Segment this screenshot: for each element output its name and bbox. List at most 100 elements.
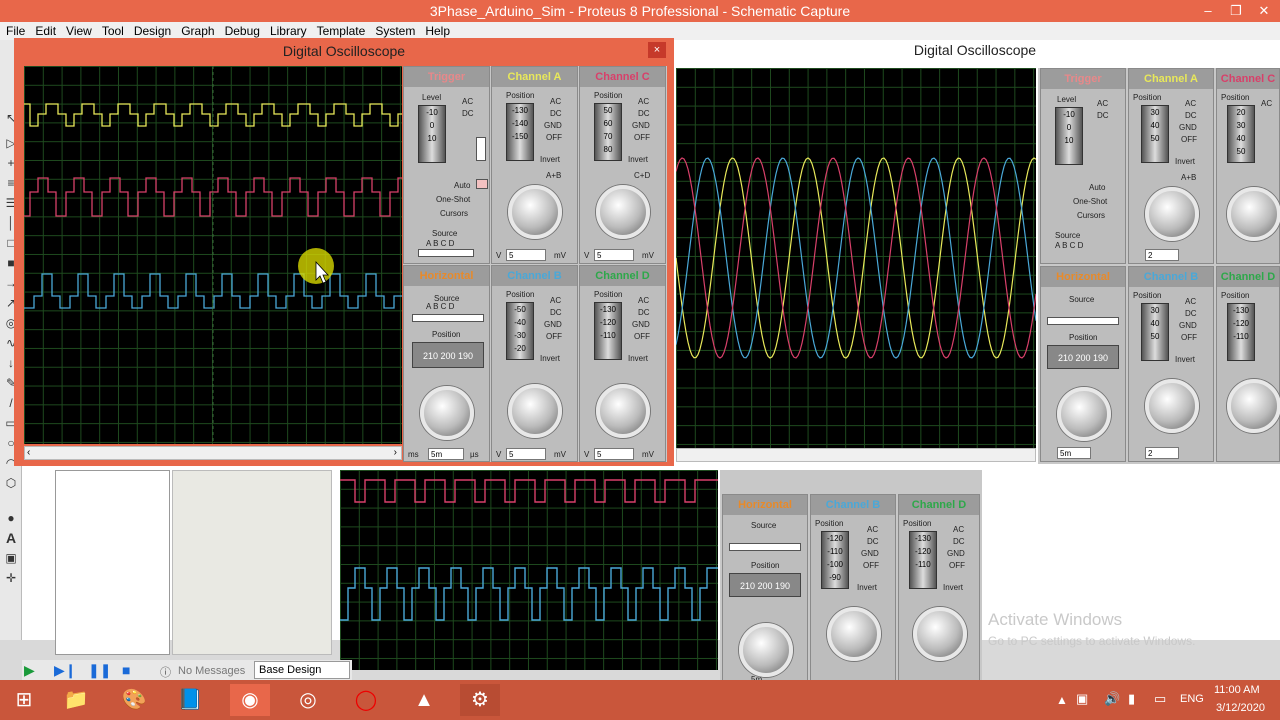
pause-icon[interactable]: ❚❚: [88, 662, 111, 679]
chc-position-dial[interactable]: 50 60 70 80: [594, 103, 622, 161]
cha-position-dial[interactable]: -130 -140 -150: [506, 103, 534, 161]
bg-h-source-slider[interactable]: [1047, 317, 1119, 325]
chc-invert-button[interactable]: Invert: [628, 155, 648, 164]
menu-view[interactable]: View: [60, 22, 96, 38]
bg-cha-off[interactable]: OFF: [1181, 135, 1197, 144]
trig-source-selector[interactable]: A B C D: [426, 239, 454, 248]
front-scope-close-button[interactable]: ×: [648, 42, 666, 58]
trigger-level-dial[interactable]: -10 0 10: [418, 105, 446, 163]
bg-chb-off[interactable]: OFF: [1181, 333, 1197, 342]
trig-cursors-button[interactable]: Cursors: [440, 209, 468, 218]
bg-scope-scrollbar[interactable]: [676, 448, 1036, 462]
language-indicator[interactable]: ENG: [1180, 693, 1204, 705]
chd-gnd-option[interactable]: GND: [632, 320, 650, 329]
bg-chc-position-dial[interactable]: 20 30 40 50: [1227, 105, 1255, 163]
battery-icon[interactable]: ▭: [1154, 691, 1166, 707]
play-icon[interactable]: ▶: [24, 662, 35, 679]
bg-chb-gnd[interactable]: GND: [1179, 321, 1197, 330]
proteus-icon[interactable]: ⚙: [460, 684, 500, 716]
vlc-icon[interactable]: ▲: [404, 684, 444, 716]
minimize-button[interactable]: –: [1194, 0, 1222, 22]
circle-fill-icon[interactable]: ●: [3, 510, 19, 526]
bg-cha-dc[interactable]: DC: [1185, 111, 1197, 120]
h-source-selector[interactable]: A B C D: [426, 302, 454, 311]
lower-chd-knob[interactable]: [913, 607, 967, 661]
bg-cha-field[interactable]: 2: [1145, 249, 1179, 261]
menu-library[interactable]: Library: [264, 22, 311, 38]
chd-volts-field[interactable]: 5: [594, 448, 634, 460]
lower-chd-position-dial[interactable]: -130 -120 -110: [909, 531, 937, 589]
trig-source-slider[interactable]: [418, 249, 474, 257]
menu-debug[interactable]: Debug: [219, 22, 264, 38]
menu-tool[interactable]: Tool: [96, 22, 128, 38]
chc-cplusd-button[interactable]: C+D: [634, 171, 650, 180]
design-selector[interactable]: Base Design: [254, 661, 350, 679]
bg-trig-auto[interactable]: Auto: [1089, 183, 1105, 192]
menu-template[interactable]: Template: [311, 22, 370, 38]
trig-dc-option[interactable]: DC: [462, 109, 474, 118]
trig-auto-button[interactable]: Auto: [454, 181, 470, 190]
opera-icon[interactable]: ◯: [346, 684, 386, 716]
h-position-dial[interactable]: 210 200 190: [412, 342, 484, 368]
menu-design[interactable]: Design: [128, 22, 175, 38]
bg-trig-oneshot[interactable]: One-Shot: [1073, 197, 1107, 206]
bg-cha-position-dial[interactable]: 30 40 50: [1141, 105, 1169, 163]
cha-volts-knob[interactable]: [508, 185, 562, 239]
chb-position-dial[interactable]: -50 -40 -30 -20: [506, 302, 534, 360]
bg-time-field[interactable]: 5m: [1057, 447, 1091, 459]
notepad-icon[interactable]: 📘: [170, 684, 210, 716]
chd-ac-option[interactable]: AC: [638, 296, 649, 305]
tray-arrow-icon[interactable]: ▲: [1056, 693, 1068, 707]
trig-auto-indicator[interactable]: [476, 179, 488, 189]
bg-cha-knob[interactable]: [1145, 187, 1199, 241]
chb-off-option[interactable]: OFF: [546, 332, 562, 341]
start-button-icon[interactable]: ⊞: [4, 684, 44, 716]
lower-chd-dc[interactable]: DC: [953, 537, 965, 546]
bg-trig-dc[interactable]: DC: [1097, 111, 1109, 120]
clock-time[interactable]: 11:00 AM: [1214, 684, 1260, 696]
maximize-button[interactable]: ❐: [1222, 0, 1250, 22]
lower-chb-position-dial[interactable]: -120 -110 -100 -90: [821, 531, 849, 589]
bg-chd-knob[interactable]: [1227, 379, 1280, 433]
lower-chd-gnd[interactable]: GND: [947, 549, 965, 558]
front-scope-scrollbar[interactable]: ‹ ›: [24, 446, 402, 460]
chd-off-option[interactable]: OFF: [634, 332, 650, 341]
cha-aplusb-button[interactable]: A+B: [546, 171, 561, 180]
bg-chc-ac[interactable]: AC: [1261, 99, 1272, 108]
cha-dc-option[interactable]: DC: [550, 109, 562, 118]
lower-chd-ac[interactable]: AC: [953, 525, 964, 534]
chc-volts-field[interactable]: 5: [594, 249, 634, 261]
messages-status[interactable]: No Messages: [178, 665, 245, 677]
menu-system[interactable]: System: [369, 22, 419, 38]
lower-timebase-knob[interactable]: [739, 623, 793, 677]
chb-dc-option[interactable]: DC: [550, 308, 562, 317]
volume-icon[interactable]: 🔊: [1104, 691, 1120, 707]
chd-dc-option[interactable]: DC: [638, 308, 650, 317]
cha-off-option[interactable]: OFF: [546, 133, 562, 142]
lower-chb-knob[interactable]: [827, 607, 881, 661]
chb-ac-option[interactable]: AC: [550, 296, 561, 305]
bg-trig-cursors[interactable]: Cursors: [1077, 211, 1105, 220]
trig-edge-toggle[interactable]: [476, 137, 486, 161]
cha-gnd-option[interactable]: GND: [544, 121, 562, 130]
menu-file[interactable]: File: [0, 22, 29, 38]
app-icon[interactable]: ◉: [230, 684, 270, 716]
bg-trigger-level-dial[interactable]: -10 0 10: [1055, 107, 1083, 165]
chd-volts-knob[interactable]: [596, 384, 650, 438]
lower-chb-off[interactable]: OFF: [863, 561, 879, 570]
lower-chd-off[interactable]: OFF: [949, 561, 965, 570]
chc-gnd-option[interactable]: GND: [632, 121, 650, 130]
lower-chb-dc[interactable]: DC: [867, 537, 879, 546]
h-source-slider[interactable]: [412, 314, 484, 322]
lower-chb-invert[interactable]: Invert: [857, 583, 877, 592]
close-button[interactable]: ✕: [1250, 0, 1278, 22]
lower-hpos-dial[interactable]: 210 200 190: [729, 573, 801, 597]
cha-ac-option[interactable]: AC: [550, 97, 561, 106]
lower-chb-ac[interactable]: AC: [867, 525, 878, 534]
marker-icon[interactable]: ✛: [3, 570, 19, 586]
lower-chd-invert[interactable]: Invert: [943, 583, 963, 592]
bg-cha-aplusb[interactable]: A+B: [1181, 173, 1196, 182]
scroll-right-icon[interactable]: ›: [394, 447, 397, 458]
symbol-icon[interactable]: ▣: [3, 550, 19, 566]
tray-app-icon[interactable]: ▣: [1076, 691, 1088, 707]
